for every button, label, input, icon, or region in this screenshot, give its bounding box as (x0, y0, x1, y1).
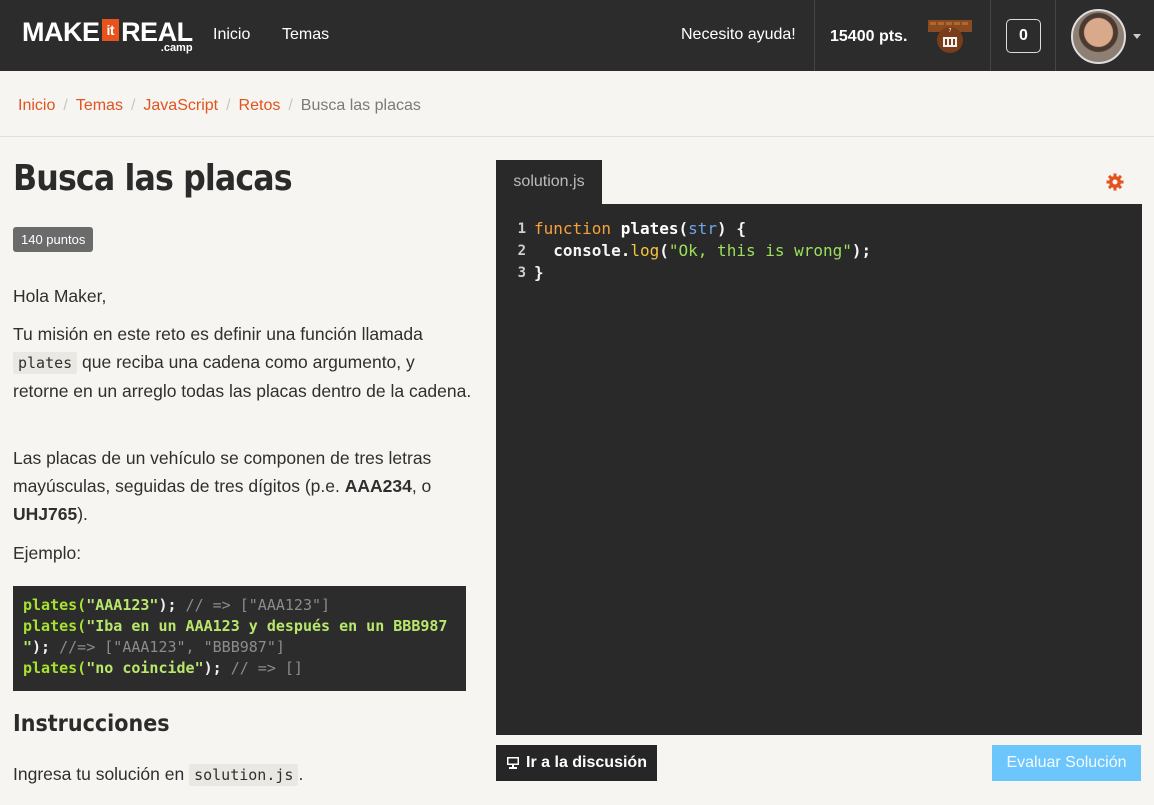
breadcrumb-separator: / (130, 97, 136, 114)
code-token: ); (851, 241, 872, 260)
code-token: " (23, 638, 33, 656)
level-badge-icon[interactable]: 7 (926, 18, 974, 56)
plate-example: AAA234 (344, 476, 412, 496)
breadcrumb-separator: / (226, 97, 231, 114)
avatar[interactable] (1071, 9, 1126, 64)
tab-solution-js[interactable]: solution.js (496, 160, 602, 204)
points-counter: 15400 pts. (830, 28, 908, 45)
plates-format-paragraph: Las placas de un vehículo se componen de… (13, 444, 473, 528)
breadcrumb-retos[interactable]: Retos (239, 97, 281, 115)
instructions-text: Ingresa tu solución en (13, 764, 190, 784)
code-token: "AAA123" (86, 596, 159, 614)
description-text: ). (77, 504, 88, 524)
breadcrumb-current: Busca las placas (300, 97, 421, 114)
help-link[interactable]: Necesito ayuda! (681, 26, 796, 44)
example-label: Ejemplo: (13, 543, 82, 563)
breadcrumb-separator: / (288, 97, 293, 114)
divider (1055, 0, 1056, 71)
nav-temas-link[interactable]: Temas (282, 26, 329, 44)
description-paragraph: Tu misión en este reto es definir una fu… (13, 320, 473, 405)
breadcrumb: Inicio / Temas / JavaScript / Retos / Bu… (18, 97, 421, 115)
editor-tabbar: solution.js (496, 160, 1142, 204)
plate-example: UHJ765 (13, 504, 78, 524)
discussion-button[interactable]: Ir a la discusión (496, 745, 657, 781)
code-editor[interactable]: 1 function plates(str) { 2 console. log("O… (496, 204, 1142, 735)
code-token: "no coincide" (86, 659, 204, 677)
code-line: 2 console. log("Ok, this is wrong"); (496, 240, 1142, 262)
example-line: plates("no coincide"); // => [] (23, 658, 456, 679)
inline-code: solution.js (189, 764, 299, 786)
code-token: ) { (717, 219, 746, 238)
code-token: ); (203, 659, 222, 677)
divider (990, 0, 991, 71)
code-token: ( (659, 241, 669, 260)
greeting-text: Hola Maker, (13, 286, 107, 306)
code-token: ( (678, 219, 689, 238)
line-number: 1 (517, 221, 526, 237)
code-line: 3} (496, 262, 1142, 284)
discussion-button-label: Ir a la discusión (526, 754, 647, 771)
code-token: plates (611, 219, 679, 238)
example-line: plates("Iba en un AAA123 y después en un… (23, 616, 456, 637)
line-number: 2 (517, 243, 526, 259)
description-text: Tu misión en este reto es definir una fu… (13, 324, 423, 344)
instructions-paragraph: Ingresa tu solución en solution.js. (13, 760, 473, 789)
code-token: log (630, 241, 660, 260)
instructions-heading: Instrucciones (13, 711, 170, 737)
breadcrumb-separator: / (63, 97, 68, 114)
code-token: console (534, 241, 621, 260)
code-comment: // => ["AAA123"] (176, 596, 331, 614)
makeitreal-logo[interactable]: MAKE it REAL .camp (22, 17, 193, 55)
code-token: } (534, 263, 544, 282)
code-comment: //=> ["AAA123", "BBB987"] (50, 638, 285, 656)
logo-camp-text: .camp (160, 42, 193, 54)
breadcrumb-temas[interactable]: Temas (76, 97, 123, 115)
description-text: , o (411, 476, 432, 496)
logo-make-text: MAKE (22, 17, 100, 47)
svg-text:7: 7 (948, 28, 951, 34)
points-badge: 140 puntos (13, 227, 94, 252)
notifications-button[interactable]: 0 (1006, 19, 1041, 53)
evaluate-solution-button[interactable]: Evaluar Solución (992, 745, 1141, 781)
breadcrumb-bar: Inicio / Temas / JavaScript / Retos / Bu… (0, 71, 1154, 137)
code-token: "Iba en un AAA123 y después en un BBB987 (86, 617, 448, 635)
page-title: Busca las placas (13, 158, 293, 199)
logo-it-text: it (101, 19, 120, 41)
code-token: plates( (23, 596, 87, 614)
inline-code: plates (13, 352, 78, 374)
code-line: 1 function plates(str) { (496, 218, 1142, 240)
code-token: plates( (23, 659, 87, 677)
breadcrumb-inicio[interactable]: Inicio (18, 97, 55, 115)
code-token: . (620, 241, 631, 260)
line-number: 3 (517, 265, 526, 281)
description-text: que reciba una cadena como argumento, y … (13, 352, 472, 401)
example-line: "); //=> ["AAA123", "BBB987"] (23, 637, 456, 658)
code-token: "Ok, this is wrong" (668, 241, 852, 260)
caret-down-icon[interactable] (1133, 34, 1141, 39)
example-code-block: plates("AAA123"); // => ["AAA123"] plate… (13, 586, 466, 691)
code-token: function (534, 219, 612, 238)
code-token: str (688, 219, 718, 238)
code-token: ); (158, 596, 177, 614)
gear-icon[interactable] (1105, 172, 1125, 192)
code-comment: // => [] (221, 659, 303, 677)
divider (814, 0, 815, 71)
example-line: plates("AAA123"); // => ["AAA123"] (23, 595, 456, 616)
code-token: ); (32, 638, 51, 656)
top-navbar: MAKE it REAL .camp Inicio Temas Necesito a… (0, 0, 1154, 71)
breadcrumb-javascript[interactable]: JavaScript (143, 97, 218, 115)
instructions-text: . (298, 764, 304, 784)
presentation-icon (507, 757, 520, 769)
nav-inicio-link[interactable]: Inicio (213, 26, 250, 44)
code-token: plates( (23, 617, 87, 635)
